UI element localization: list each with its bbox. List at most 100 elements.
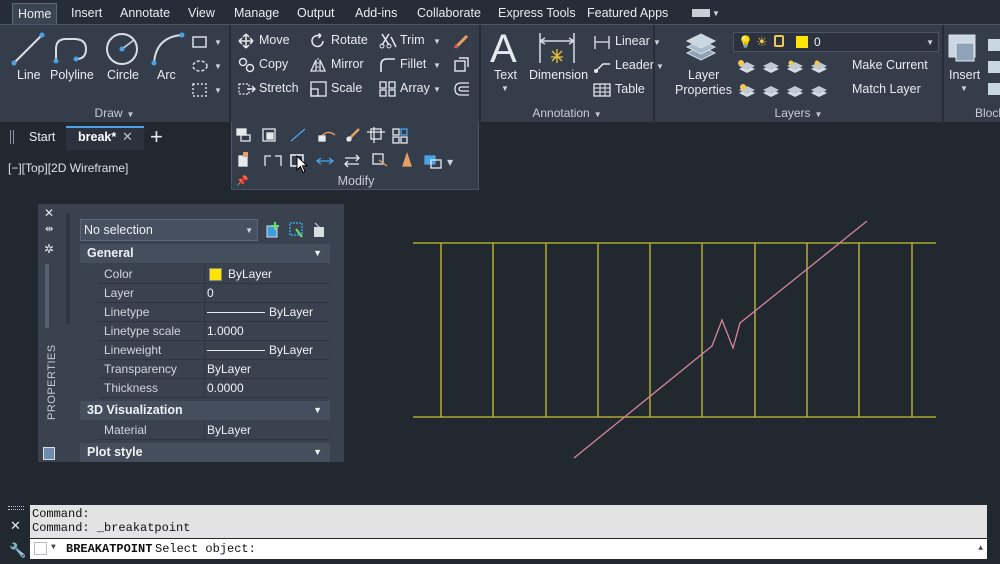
linear-dimension-icon[interactable] (593, 34, 611, 50)
rectangle-icon[interactable] (192, 35, 208, 49)
mirror-icon[interactable] (310, 57, 328, 73)
layer-properties-label-1[interactable]: Layer (688, 68, 719, 82)
recent-commands-icon[interactable] (34, 542, 47, 555)
prop-row-material[interactable]: Material ByLayer (98, 421, 330, 440)
prop-row-linetype[interactable]: Linetype ByLayer (98, 303, 330, 322)
prop-row-transparency[interactable]: Transparency ByLayer (98, 360, 330, 379)
trim-icon[interactable] (379, 33, 397, 49)
scale-button[interactable]: Scale (331, 81, 362, 95)
polyline-tool-label[interactable]: Polyline (50, 68, 94, 82)
chevron-down-icon[interactable]: ▼ (51, 543, 56, 552)
tab-break-label[interactable]: break* (78, 130, 116, 144)
modify-extra-tools-row1[interactable] (235, 127, 455, 145)
tab-output[interactable]: Output (292, 3, 340, 24)
tab-manage[interactable]: Manage (229, 3, 284, 24)
array-button[interactable]: Array (400, 81, 430, 95)
tab-annotate[interactable]: Annotate (115, 3, 175, 24)
stretch-button[interactable]: Stretch (259, 81, 299, 95)
move-button[interactable]: Move (259, 33, 290, 47)
insert-label[interactable]: Insert (949, 68, 980, 82)
text-icon[interactable]: A (490, 27, 517, 72)
chevron-down-icon[interactable]: ▼ (433, 37, 441, 46)
ribbon-options-icon[interactable] (692, 9, 710, 17)
selection-dropdown[interactable]: No selection ▼ (80, 219, 258, 241)
explode-icon[interactable] (453, 57, 471, 73)
line-tool-label[interactable]: Line (17, 68, 41, 82)
group-3d-visualization[interactable]: 3D Visualization ▼ (80, 401, 330, 420)
palette-scroll-track[interactable] (66, 214, 70, 324)
group-general[interactable]: General ▼ (80, 244, 330, 263)
line-icon[interactable] (10, 31, 46, 67)
block-tools-icons[interactable] (986, 37, 1000, 97)
make-current-button[interactable]: Make Current (852, 58, 928, 72)
layer-tools-icons[interactable] (737, 57, 845, 97)
insert-block-icon[interactable] (946, 31, 982, 65)
command-input[interactable]: ▼ BREAKATPOINT Select object: ▲ (30, 539, 987, 559)
modify-extra-tools-row2[interactable]: ▼ (235, 152, 463, 170)
table-icon[interactable] (593, 82, 611, 98)
chevron-up-icon[interactable]: ▲ (978, 544, 983, 553)
hatch-icon[interactable] (192, 59, 208, 73)
copy-icon[interactable] (238, 57, 256, 73)
selection-tools[interactable] (265, 221, 331, 239)
viewport-controls-label[interactable]: [−][Top][2D Wireframe] (8, 161, 128, 175)
circle-icon[interactable] (104, 31, 140, 67)
stretch-icon[interactable] (238, 81, 256, 97)
customize-wrench-icon[interactable]: 🔧 (9, 542, 26, 559)
tab-start[interactable]: Start (29, 130, 55, 144)
fillet-icon[interactable] (379, 57, 397, 73)
gradient-icon[interactable] (192, 83, 208, 97)
chevron-down-icon[interactable]: ▼ (433, 85, 441, 94)
offset-icon[interactable] (453, 81, 471, 97)
palette-grip[interactable] (45, 264, 49, 328)
palette-settings-icon[interactable]: ✲ (44, 242, 54, 256)
text-tool-label[interactable]: Text (494, 68, 517, 82)
layers-panel-title[interactable]: Layers ▼ (655, 105, 942, 121)
tab-collaborate[interactable]: Collaborate (412, 3, 486, 24)
rotate-button[interactable]: Rotate (331, 33, 368, 47)
close-icon[interactable]: ✕ (122, 129, 133, 145)
array-icon[interactable] (379, 81, 397, 97)
table-button[interactable]: Table (615, 82, 645, 96)
move-icon[interactable] (238, 33, 254, 49)
tabs-menu-icon[interactable] (10, 130, 14, 144)
tab-insert[interactable]: Insert (66, 3, 107, 24)
prop-row-color[interactable]: Color ByLayer (98, 265, 330, 284)
prop-row-lineweight[interactable]: Lineweight ByLayer (98, 341, 330, 360)
prop-row-thickness[interactable]: Thickness 0.0000 (98, 379, 330, 398)
dimension-tool-label[interactable]: Dimension (529, 68, 588, 82)
prop-row-linetype-scale[interactable]: Linetype scale 1.0000 (98, 322, 330, 341)
chevron-down-icon[interactable]: ▼ (712, 9, 720, 18)
arc-icon[interactable] (150, 31, 186, 67)
erase-icon[interactable] (453, 33, 471, 49)
scale-icon[interactable] (310, 81, 328, 97)
new-tab-icon[interactable]: + (150, 124, 163, 150)
draw-panel-title[interactable]: Draw ▼ (0, 105, 229, 121)
circle-tool-label[interactable]: Circle (107, 68, 139, 82)
mirror-button[interactable]: Mirror (331, 57, 364, 71)
chevron-down-icon[interactable]: ▼ (653, 38, 661, 47)
autohide-icon[interactable]: ⇹ (45, 224, 53, 235)
match-layer-button[interactable]: Match Layer (852, 82, 921, 96)
tab-featured-apps[interactable]: Featured Apps (582, 3, 673, 24)
tab-addins[interactable]: Add-ins (350, 3, 402, 24)
arc-tool-label[interactable]: Arc (157, 68, 176, 82)
tab-view[interactable]: View (183, 3, 220, 24)
linear-button[interactable]: Linear (615, 34, 650, 48)
layer-properties-icon[interactable] (683, 31, 719, 67)
properties-palette-titlebar[interactable]: ✕ ⇹ ✲ PROPERTIES (38, 204, 62, 462)
tab-home[interactable]: Home (12, 3, 58, 24)
chevron-down-icon[interactable]: ▼ (214, 62, 222, 71)
chevron-down-icon[interactable]: ▼ (656, 62, 664, 71)
break-line-polyline[interactable] (573, 220, 868, 459)
leader-icon[interactable] (593, 58, 611, 74)
close-icon[interactable]: ✕ (44, 206, 54, 220)
close-icon[interactable]: ✕ (10, 518, 21, 534)
prop-row-layer[interactable]: Layer 0 (98, 284, 330, 303)
rotate-icon[interactable] (310, 33, 326, 49)
layer-properties-label-2[interactable]: Properties (675, 83, 732, 97)
leader-button[interactable]: Leader (615, 58, 654, 72)
block-panel-title[interactable]: Block (975, 106, 1000, 120)
trim-button[interactable]: Trim (400, 33, 425, 47)
dimension-icon[interactable] (537, 31, 577, 65)
